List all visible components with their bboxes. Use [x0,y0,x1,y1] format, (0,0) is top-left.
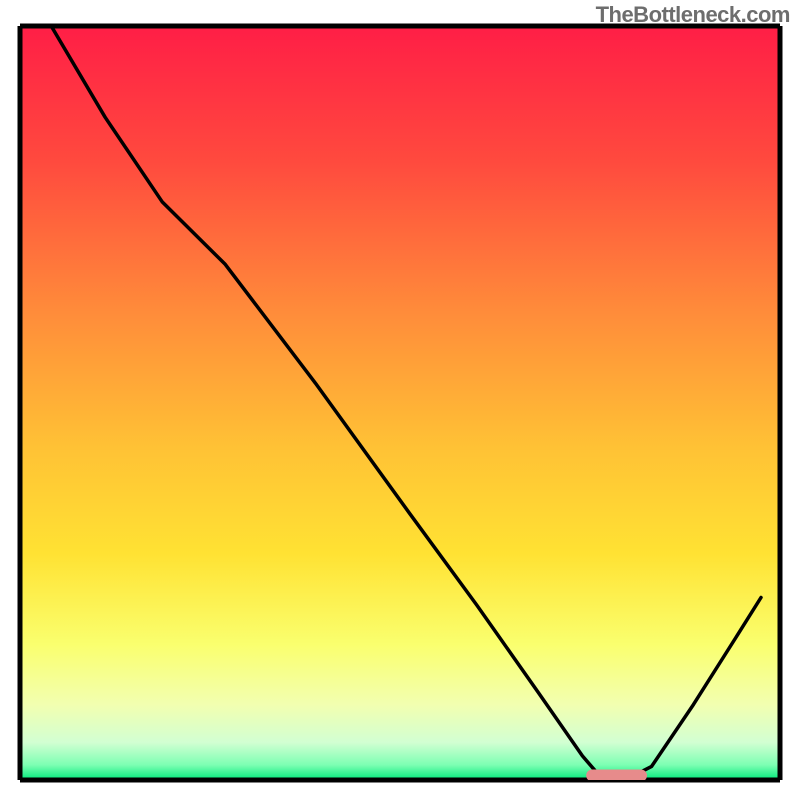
watermark-text: TheBottleneck.com [596,2,790,28]
optimal-range-marker [586,770,647,782]
bottleneck-chart: TheBottleneck.com [0,0,800,800]
chart-svg [0,0,800,800]
gradient-background [20,26,780,780]
